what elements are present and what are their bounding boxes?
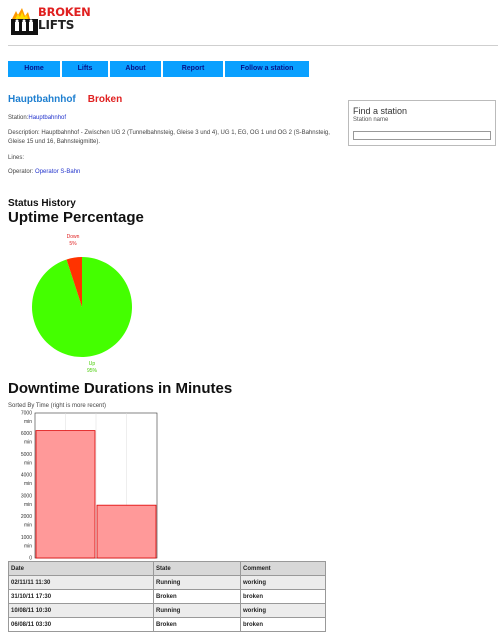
y-tick-label: 6000 bbox=[21, 431, 32, 437]
station-name-label: Station name bbox=[353, 117, 389, 123]
lines-label: Lines: bbox=[8, 155, 25, 161]
y-tick-unit: min bbox=[24, 440, 32, 446]
downtime-heading: Downtime Durations in Minutes bbox=[8, 380, 233, 397]
uptime-pie-chart bbox=[31, 257, 133, 357]
y-tick-unit: min bbox=[24, 543, 32, 549]
page-title: Hauptbahnhof Broken bbox=[8, 94, 122, 105]
y-tick-label: 0 bbox=[29, 556, 32, 561]
station-status: Broken bbox=[87, 94, 123, 105]
downtime-bar bbox=[96, 504, 157, 559]
cell-state: Running bbox=[153, 575, 241, 590]
col-comment-header: Comment bbox=[240, 561, 326, 576]
station-link[interactable]: Hauptbahnhof bbox=[28, 115, 66, 121]
table-row: 02/11/11 11:30 Running working bbox=[8, 575, 326, 590]
y-tick-unit: min bbox=[24, 460, 32, 466]
col-state-header: State bbox=[153, 561, 241, 576]
pie-down-label: Down 5% bbox=[61, 234, 85, 248]
y-tick-label: 3000 bbox=[21, 493, 32, 499]
y-tick-unit: min bbox=[24, 419, 32, 425]
y-tick-label: 4000 bbox=[21, 473, 32, 479]
cell-date: 31/10/11 17:30 bbox=[8, 589, 154, 604]
cell-comment: working bbox=[240, 603, 326, 618]
logo-line-2: LIFTS bbox=[38, 18, 75, 32]
nav-about[interactable]: About bbox=[110, 61, 161, 77]
cell-comment: working bbox=[240, 575, 326, 590]
station-name: Hauptbahnhof bbox=[8, 94, 76, 105]
main-nav: Home Lifts About Report Follow a station bbox=[8, 61, 309, 77]
table-row: 10/08/11 10:30 Running working bbox=[8, 603, 326, 618]
pie-up-name: Up bbox=[88, 361, 96, 367]
find-station-panel: Find a station Station name bbox=[348, 100, 496, 146]
find-station-title: Find a station bbox=[353, 106, 408, 116]
y-tick-label: 2000 bbox=[21, 514, 32, 520]
y-tick-label: 1000 bbox=[21, 535, 32, 541]
station-label: Station: bbox=[8, 115, 29, 121]
downtime-subtitle: Sorted By Time (right is more recent) bbox=[8, 403, 107, 409]
cell-state: Running bbox=[153, 603, 241, 618]
uptime-heading: Uptime Percentage bbox=[8, 209, 144, 226]
cell-comment: broken bbox=[240, 589, 326, 604]
pie-down-name: Down bbox=[66, 234, 80, 240]
downtime-bar-chart: 7000 min 6000 min 5000 min 4000 min 3000 min 2000 m… bbox=[21, 411, 158, 561]
operator-label: Operator: bbox=[8, 169, 34, 175]
status-history-heading: Status History bbox=[8, 198, 76, 209]
operator-link[interactable]: Operator S-Bahn bbox=[35, 169, 80, 175]
station-name-input[interactable] bbox=[353, 130, 491, 140]
station-line: Station:Hauptbahnhof bbox=[8, 114, 338, 123]
cell-date: 06/08/11 03:30 bbox=[8, 617, 154, 632]
col-date-header: Date bbox=[8, 561, 154, 576]
header-divider bbox=[8, 45, 498, 46]
y-tick-unit: min bbox=[24, 523, 32, 529]
nav-lifts[interactable]: Lifts bbox=[62, 61, 108, 77]
downtime-bar bbox=[35, 430, 96, 559]
y-tick-unit: min bbox=[24, 502, 32, 508]
station-description: Description: Hauptbahnhof - Zwischen UG … bbox=[8, 130, 330, 145]
pie-up-label: Up 95% bbox=[80, 361, 104, 375]
cell-state: Broken bbox=[153, 589, 241, 604]
status-history-table: Date State Comment 02/11/11 11:30 Runnin… bbox=[8, 561, 326, 632]
nav-follow-station[interactable]: Follow a station bbox=[225, 61, 309, 77]
nav-report[interactable]: Report bbox=[163, 61, 223, 77]
y-tick-label: 7000 bbox=[21, 411, 32, 417]
y-tick-unit: min bbox=[24, 481, 32, 487]
cell-date: 02/11/11 11:30 bbox=[8, 575, 154, 590]
nav-home[interactable]: Home bbox=[8, 61, 60, 77]
pie-down-pct: 5% bbox=[69, 241, 77, 247]
y-tick-label: 5000 bbox=[21, 452, 32, 458]
table-row: 06/08/11 03:30 Broken broken bbox=[8, 617, 326, 632]
operator-line: Operator: Operator S-Bahn bbox=[8, 168, 338, 177]
pie-up-pct: 95% bbox=[86, 368, 97, 374]
table-row: 31/10/11 17:30 Broken broken bbox=[8, 589, 326, 604]
cell-date: 10/08/11 10:30 bbox=[8, 603, 154, 618]
cell-comment: broken bbox=[240, 617, 326, 632]
table-header-row: Date State Comment bbox=[8, 561, 326, 576]
logo-text: BROKEN LIFTS bbox=[38, 6, 91, 32]
cell-state: Broken bbox=[153, 617, 241, 632]
